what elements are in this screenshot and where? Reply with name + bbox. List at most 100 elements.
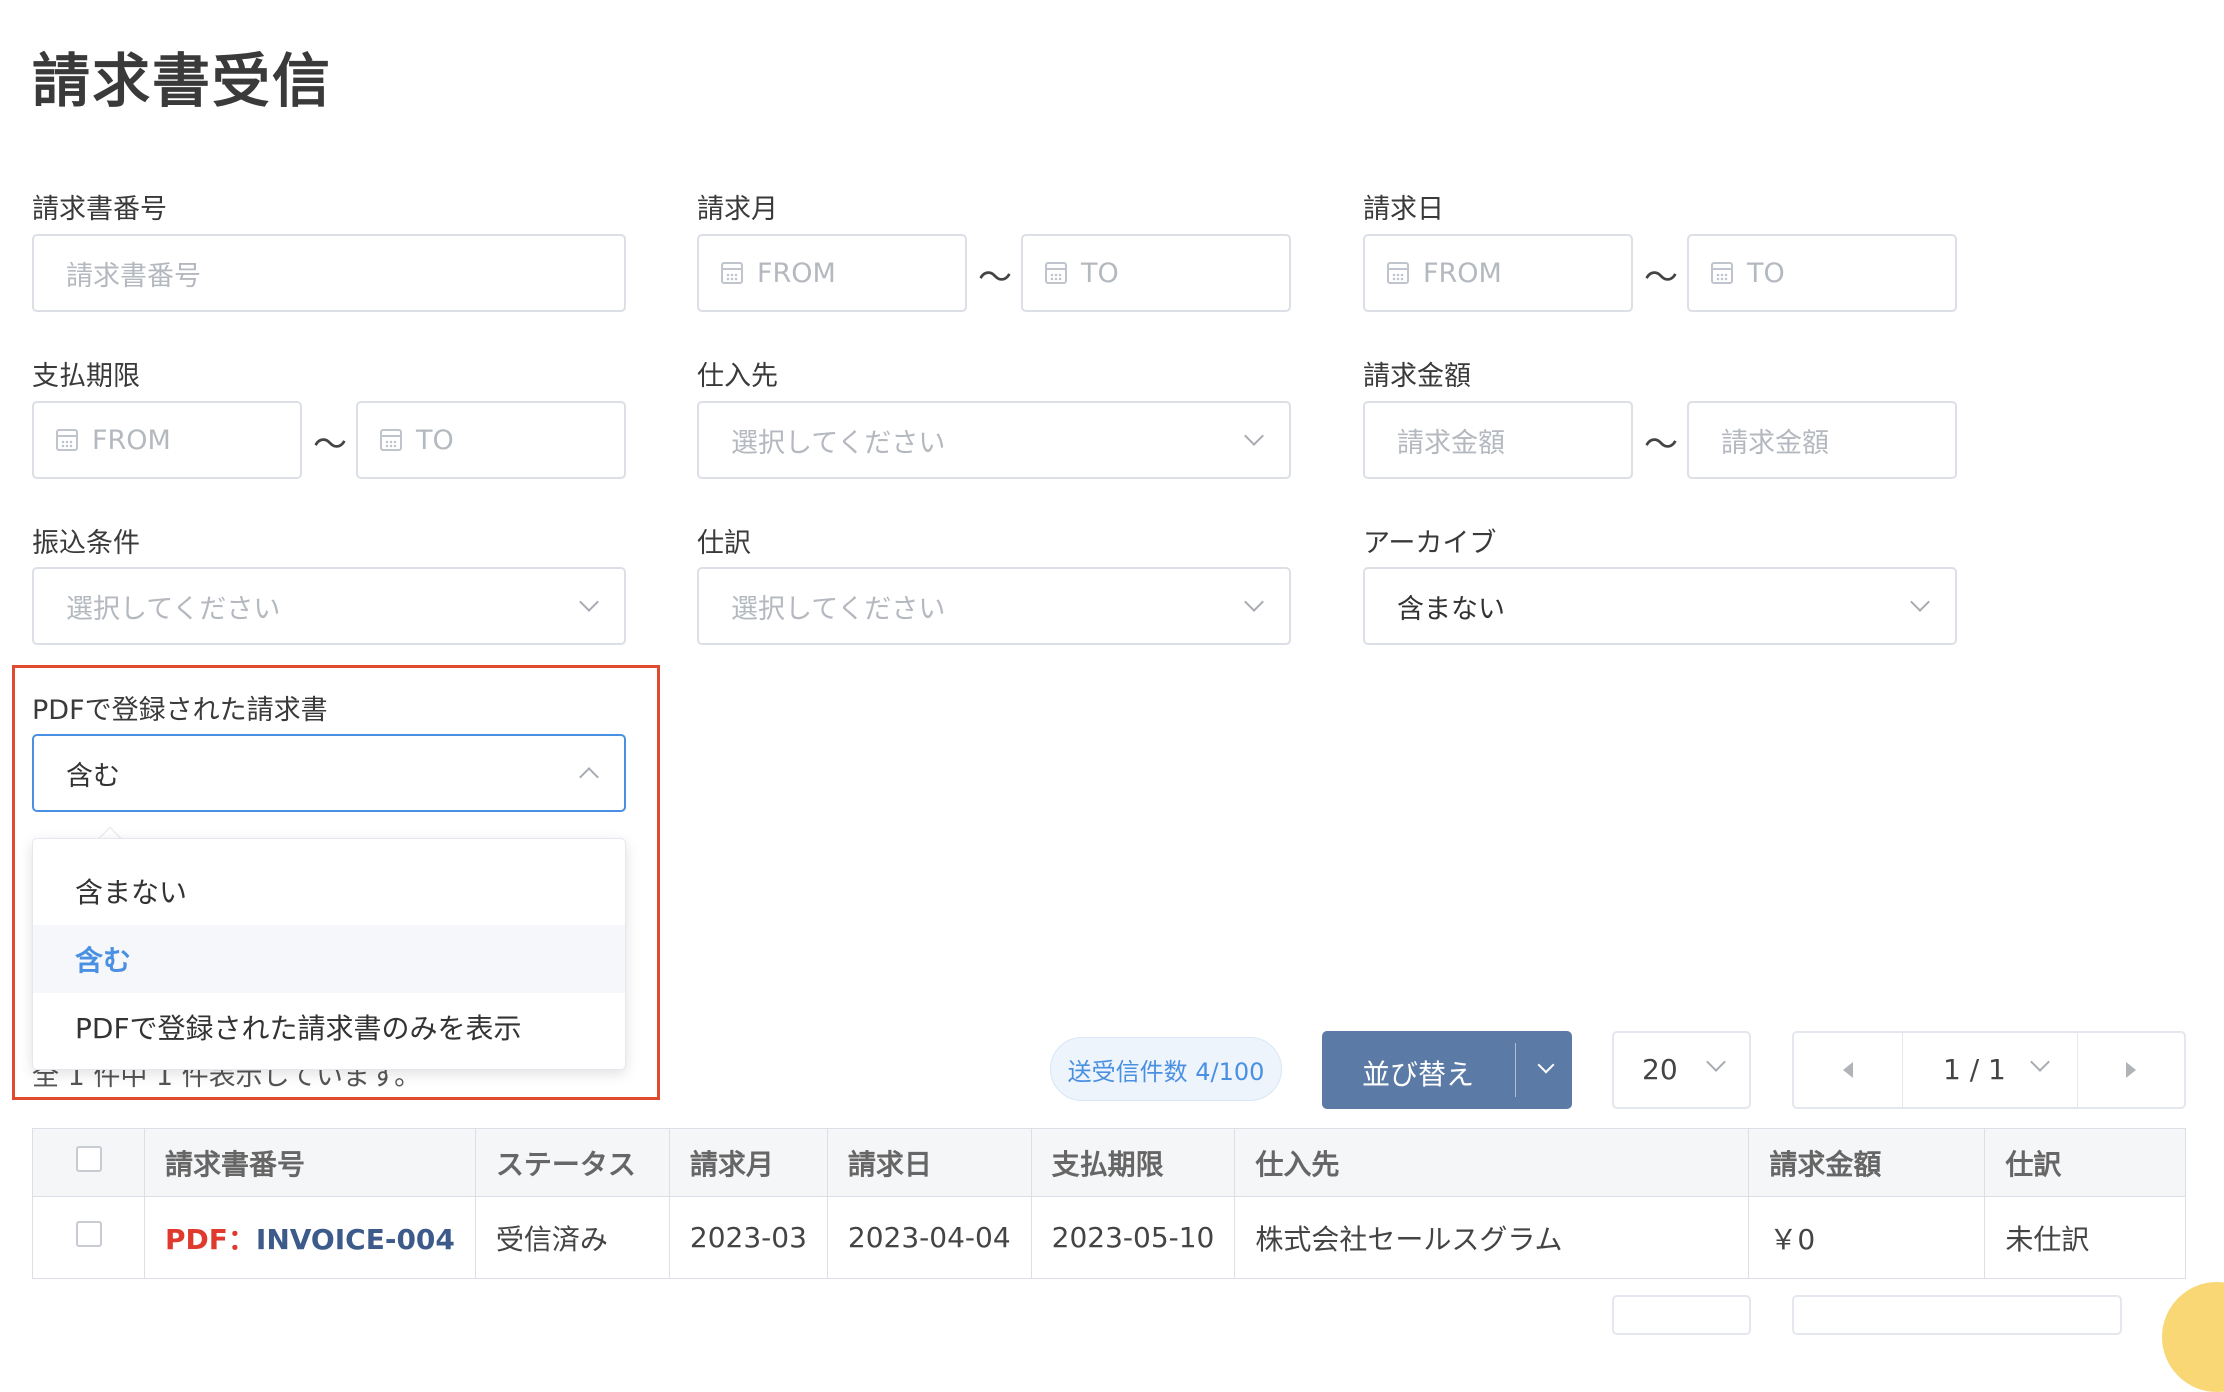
due-date-cell: 2023-05-10 — [1030, 1196, 1236, 1279]
billing-month-label: 請求月 — [697, 194, 778, 225]
pagination: 1 / 1 — [1792, 1031, 2186, 1109]
amount-label: 請求金額 — [1363, 361, 1471, 392]
invoice-table: 請求書番号 ステータス 請求月 請求日 支払期限 仕入先 請求金額 仕訳 PDF… — [32, 1128, 2186, 1279]
invoice-number-placeholder: 請求書番号 — [66, 260, 201, 292]
range-separator: 〜 — [978, 258, 1012, 298]
amount-cell: ￥0 — [1748, 1196, 1986, 1279]
caret-left-icon — [1843, 1062, 1853, 1078]
column-header[interactable]: 請求日 — [826, 1128, 1032, 1197]
table-row[interactable]: PDF：INVOICE-004 受信済み 2023-03 2023-04-04 … — [32, 1196, 2186, 1279]
billing-month-from-placeholder: FROM — [757, 257, 836, 289]
column-header[interactable]: 仕入先 — [1234, 1128, 1750, 1197]
supplier-placeholder: 選択してください — [731, 427, 946, 459]
archive-select[interactable]: 含まない — [1363, 567, 1957, 645]
page-size-value: 20 — [1642, 1053, 1678, 1086]
journal-label: 仕訳 — [697, 528, 751, 559]
billing-month-to-placeholder: TO — [1081, 257, 1119, 289]
supplier-cell: 株式会社セールスグラム — [1234, 1196, 1750, 1279]
billing-month-to-input[interactable]: TO — [1021, 234, 1291, 312]
billing-date-from-input[interactable]: FROM — [1363, 234, 1633, 312]
row-select-cell — [32, 1196, 145, 1279]
pdf-prefix: PDF： — [165, 1222, 256, 1256]
status-cell: 受信済み — [474, 1196, 670, 1279]
calendar-icon — [56, 429, 78, 451]
transfer-terms-label: 振込条件 — [32, 528, 140, 559]
sort-button-label: 並び替え — [1362, 1058, 1475, 1091]
pdf-registered-dropdown: 含まない 含む PDFで登録された請求書のみを表示 — [32, 838, 626, 1070]
amount-from-input[interactable]: 請求金額 — [1363, 401, 1633, 479]
caret-right-icon — [2126, 1062, 2136, 1078]
chevron-up-icon — [579, 767, 599, 787]
help-bubble[interactable] — [2162, 1282, 2224, 1392]
journal-placeholder: 選択してください — [731, 593, 946, 625]
bottom-pagination[interactable] — [1792, 1295, 2122, 1335]
calendar-icon — [1387, 262, 1409, 284]
range-separator: 〜 — [1644, 258, 1678, 298]
billing-month-from-input[interactable]: FROM — [697, 234, 967, 312]
due-date-label: 支払期限 — [32, 361, 140, 392]
table-header-row: 請求書番号 ステータス 請求月 請求日 支払期限 仕入先 請求金額 仕訳 — [32, 1128, 2186, 1197]
due-date-to-placeholder: TO — [416, 424, 454, 456]
column-header[interactable]: ステータス — [474, 1128, 670, 1197]
bottom-page-size-select[interactable] — [1612, 1295, 1751, 1335]
billing-date-from-placeholder: FROM — [1423, 257, 1502, 289]
billing-date-label: 請求日 — [1363, 194, 1444, 225]
column-header[interactable]: 仕訳 — [1984, 1128, 2186, 1197]
chevron-down-icon — [579, 592, 599, 612]
chevron-down-icon — [1706, 1052, 1726, 1072]
chevron-down-icon — [2030, 1052, 2050, 1072]
chevron-down-icon — [1244, 426, 1264, 446]
page-indicator: 1 / 1 — [1943, 1053, 2006, 1086]
calendar-icon — [1045, 262, 1067, 284]
range-separator: 〜 — [1644, 425, 1678, 465]
next-page-button[interactable] — [2078, 1033, 2184, 1107]
amount-to-placeholder: 請求金額 — [1721, 427, 1829, 459]
archive-value: 含まない — [1397, 593, 1505, 625]
invoice-number-cell[interactable]: PDF：INVOICE-004 — [144, 1196, 476, 1279]
chevron-down-icon[interactable] — [1537, 1056, 1555, 1074]
calendar-icon — [721, 262, 743, 284]
transfer-terms-select[interactable]: 選択してください — [32, 567, 626, 645]
dropdown-option-include[interactable]: 含む — [33, 925, 625, 993]
supplier-label: 仕入先 — [697, 361, 778, 392]
billing-date-to-input[interactable]: TO — [1687, 234, 1957, 312]
billing-date-to-placeholder: TO — [1747, 257, 1785, 289]
column-header[interactable]: 請求金額 — [1748, 1128, 1986, 1197]
sort-button-divider — [1515, 1043, 1516, 1097]
invoice-number-label: 請求書番号 — [32, 194, 167, 225]
page-select[interactable]: 1 / 1 — [1903, 1033, 2077, 1107]
due-date-to-input[interactable]: TO — [356, 401, 626, 479]
range-separator: 〜 — [313, 425, 347, 465]
dropdown-option-pdf-only[interactable]: PDFで登録された請求書のみを表示 — [33, 993, 625, 1061]
amount-to-input[interactable]: 請求金額 — [1687, 401, 1957, 479]
chevron-down-icon — [1910, 592, 1930, 612]
calendar-icon — [380, 429, 402, 451]
column-header[interactable]: 請求書番号 — [144, 1128, 476, 1197]
page-title: 請求書受信 — [32, 47, 333, 115]
pdf-registered-select[interactable]: 含む — [32, 734, 626, 812]
send-receive-badge: 送受信件数 4/100 — [1050, 1037, 1282, 1101]
sort-button[interactable]: 並び替え — [1322, 1031, 1572, 1109]
select-all-checkbox[interactable] — [75, 1146, 102, 1172]
prev-page-button[interactable] — [1794, 1033, 1902, 1107]
amount-from-placeholder: 請求金額 — [1397, 427, 1505, 459]
calendar-icon — [1711, 262, 1733, 284]
pdf-registered-label: PDFで登録された請求書 — [32, 695, 328, 726]
archive-label: アーカイブ — [1363, 528, 1497, 559]
invoice-number-input[interactable]: 請求書番号 — [32, 234, 626, 312]
due-date-from-input[interactable]: FROM — [32, 401, 302, 479]
page-size-select[interactable]: 20 — [1612, 1031, 1751, 1109]
dropdown-option-exclude[interactable]: 含まない — [33, 857, 625, 925]
journal-select[interactable]: 選択してください — [697, 567, 1291, 645]
column-header[interactable]: 支払期限 — [1030, 1128, 1236, 1197]
supplier-select[interactable]: 選択してください — [697, 401, 1291, 479]
billing-month-cell: 2023-03 — [668, 1196, 828, 1279]
row-checkbox[interactable] — [75, 1221, 102, 1247]
invoice-number-link[interactable]: INVOICE-004 — [256, 1223, 455, 1256]
chevron-down-icon — [1244, 592, 1264, 612]
due-date-from-placeholder: FROM — [92, 424, 171, 456]
column-header[interactable]: 請求月 — [668, 1128, 828, 1197]
select-all-cell — [32, 1128, 145, 1197]
transfer-terms-placeholder: 選択してください — [66, 593, 281, 625]
billing-date-cell: 2023-04-04 — [826, 1196, 1032, 1279]
